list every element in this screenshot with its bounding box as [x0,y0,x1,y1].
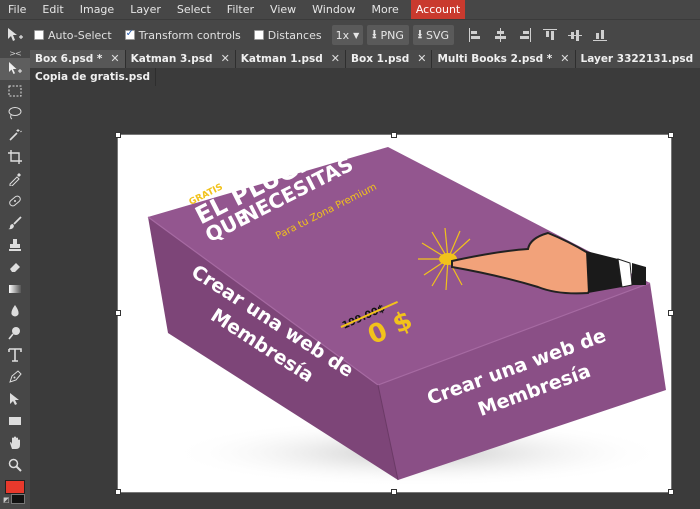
transform-handle-bottom[interactable] [391,489,397,495]
tab-label: Box 1.psd [351,53,410,65]
transform-handle-bottom-right[interactable] [668,489,674,495]
options-bar: Auto-Select Transform controls Distances… [0,19,700,50]
clone-stamp-icon[interactable] [0,234,30,256]
transform-handle-top-left[interactable] [115,132,121,138]
document-tabs: Box 6.psd * ✕ Katman 3.psd ✕ Katman 1.psd ✕… [30,50,700,86]
distances-box[interactable] [253,30,264,40]
export-svg-button[interactable]: ⭳ SVG [412,25,455,45]
align-center-h-icon[interactable] [493,28,507,42]
distances-label: Distances [267,28,322,42]
transform-handle-top[interactable] [391,132,397,138]
close-icon[interactable]: ✕ [560,50,569,68]
gradient-icon[interactable] [0,278,30,300]
export-svg-label: SVG [426,28,450,42]
zoom-value: 1x [335,28,350,42]
move-tool-icon[interactable] [0,58,30,80]
align-bottom-icon[interactable] [593,28,608,42]
transform-handle-left[interactable] [115,310,121,316]
tab-katman-3[interactable]: Katman 3.psd ✕ [125,50,236,68]
tab-label: Box 6.psd * [35,53,103,65]
align-right-icon[interactable] [518,28,532,42]
blur-icon[interactable] [0,300,30,322]
tools-panel: >< ◩ [0,50,30,509]
tab-layer-3322131[interactable]: Layer 3322131.psd✕ [575,50,700,68]
marquee-select-icon[interactable] [0,80,30,102]
tab-box-6[interactable]: Box 6.psd * ✕ [30,50,126,68]
menu-filter[interactable]: Filter [219,0,262,19]
tab-katman-1[interactable]: Katman 1.psd ✕ [235,50,346,68]
close-icon[interactable]: ✕ [221,50,230,68]
align-middle-icon[interactable] [568,28,583,42]
dodge-icon[interactable] [0,322,30,344]
tab-label: Multi Books 2.psd * [437,53,553,65]
eyedropper-icon[interactable] [0,168,30,190]
path-select-icon[interactable] [0,388,30,410]
crop-icon[interactable] [0,146,30,168]
move-tool-options-icon[interactable] [0,20,30,50]
magic-wand-icon[interactable] [0,124,30,146]
document-canvas[interactable]: GRATIS EL PLUGIN QUE NECESITAS Para tu Z… [117,134,672,493]
transform-handle-top-right[interactable] [668,132,674,138]
box-artwork: GRATIS EL PLUGIN QUE NECESITAS Para tu Z… [147,141,668,487]
background-color-swatch[interactable] [11,494,25,504]
tab-copia-de-gratis[interactable]: Copia de gratis.psd [30,68,156,86]
zoom-tool-icon[interactable] [0,454,30,476]
swap-colors-icon[interactable]: ◩ [3,496,10,504]
transform-handle-bottom-left[interactable] [115,489,121,495]
text-tool-icon[interactable] [0,344,30,366]
menu-image[interactable]: Image [72,0,122,19]
download-icon: ⭳ [372,26,377,41]
export-png-label: PNG [380,28,404,42]
menu-bar: File Edit Image Layer Select Filter View… [0,0,700,19]
tab-multi-books-2[interactable]: Multi Books 2.psd * ✕ [432,50,576,68]
menu-layer[interactable]: Layer [122,0,169,19]
menu-edit[interactable]: Edit [34,0,71,19]
transform-controls-label: Transform controls [138,28,241,42]
account-button[interactable]: Account [410,0,466,19]
download-icon: ⭳ [417,26,423,41]
tab-label: Katman 3.psd [130,53,213,65]
brush-icon[interactable] [0,212,30,234]
collapse-panel-icon[interactable]: >< [0,50,30,58]
foreground-color-swatch[interactable] [5,480,25,494]
distances-checkbox[interactable]: Distances [253,28,322,42]
menu-more[interactable]: More [364,0,407,19]
close-icon[interactable]: ✕ [331,50,340,68]
healing-brush-icon[interactable] [0,190,30,212]
transform-handle-right[interactable] [668,310,674,316]
lasso-icon[interactable] [0,102,30,124]
menu-window[interactable]: Window [304,0,363,19]
align-top-icon[interactable] [543,28,558,42]
auto-select-box[interactable] [34,30,44,40]
zoom-select[interactable]: 1x ▼ [331,25,364,45]
chevron-down-icon: ▼ [353,30,360,40]
auto-select-checkbox[interactable]: Auto-Select [34,29,112,42]
transform-controls-box[interactable] [124,28,135,40]
tab-label: Layer 3322131.psd [580,53,694,65]
pen-tool-icon[interactable] [0,366,30,388]
tab-label: Copia de gratis.psd [35,71,150,83]
auto-select-label: Auto-Select [48,28,112,42]
shape-tool-icon[interactable] [0,410,30,432]
canvas-workspace[interactable]: GRATIS EL PLUGIN QUE NECESITAS Para tu Z… [30,86,700,509]
menu-select[interactable]: Select [169,0,219,19]
eraser-icon[interactable] [0,256,30,278]
hand-tool-icon[interactable] [0,432,30,454]
tab-box-1[interactable]: Box 1.psd ✕ [346,50,433,68]
transform-controls-checkbox[interactable]: Transform controls [124,28,241,42]
export-png-button[interactable]: ⭳ PNG [367,25,409,45]
close-icon[interactable]: ✕ [110,50,119,68]
menu-file[interactable]: File [0,0,34,19]
close-icon[interactable]: ✕ [417,50,426,68]
menu-view[interactable]: View [262,0,304,19]
align-left-icon[interactable] [468,28,482,42]
tab-label: Katman 1.psd [240,53,323,65]
